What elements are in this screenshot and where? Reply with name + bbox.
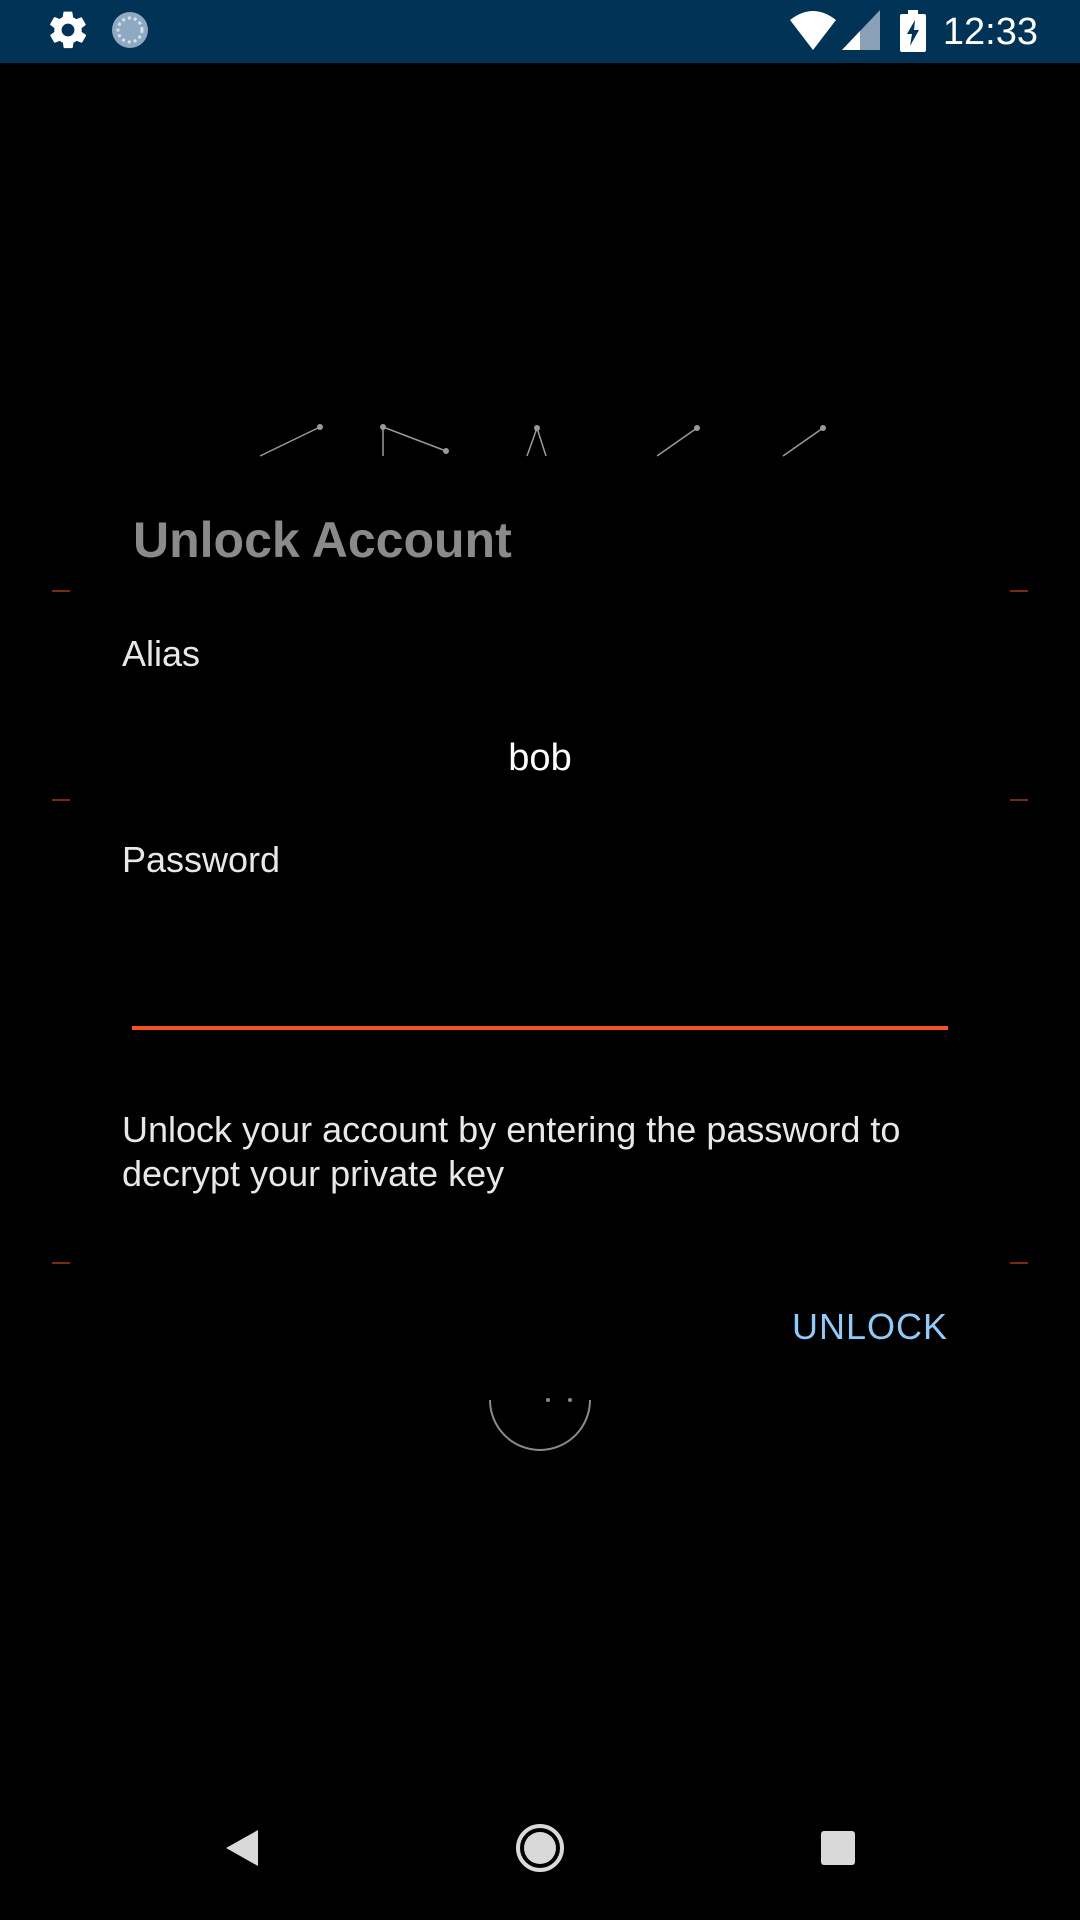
help-text: Unlock your account by entering the pass… <box>122 1109 901 1194</box>
recents-icon[interactable] <box>798 1808 878 1888</box>
dialog-title: Unlock Account <box>133 512 512 568</box>
unlock-button[interactable]: UNLOCK <box>792 1300 948 1354</box>
navigation-bar <box>0 1776 1080 1920</box>
alias-value: bob <box>508 737 572 779</box>
home-icon[interactable] <box>500 1808 580 1888</box>
alias-label: Alias <box>122 633 201 674</box>
password-input[interactable] <box>132 930 948 1030</box>
password-label: Password <box>122 839 281 880</box>
back-icon[interactable] <box>202 1808 282 1888</box>
